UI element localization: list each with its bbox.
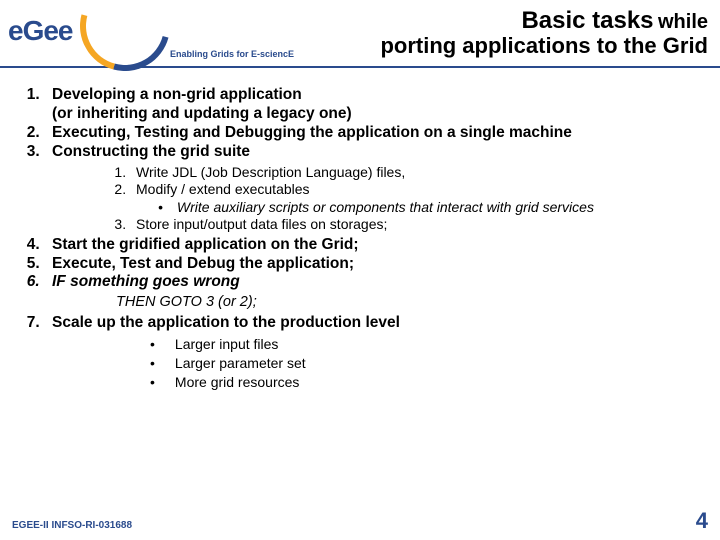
- item-7b: Larger parameter set: [150, 354, 714, 373]
- slide-title: Basic tasks while porting applications t…: [340, 7, 720, 59]
- item-1-note: (or inheriting and updating a legacy one…: [52, 105, 352, 122]
- item-2: Executing, Testing and Debugging the app…: [44, 124, 714, 143]
- slide-header: eGee Enabling Grids for E-sciencE Basic …: [0, 0, 720, 68]
- tagline-text: Enabling Grids for E-sciencE: [170, 49, 294, 59]
- tagline-area: Enabling Grids for E-sciencE: [170, 0, 340, 67]
- item-3-1: Write JDL (Job Description Language) fil…: [130, 164, 714, 182]
- title-sub: porting applications to the Grid: [340, 33, 708, 59]
- main-list: Developing a non-grid application (or in…: [44, 86, 714, 392]
- item-5: Execute, Test and Debug the application;: [44, 255, 714, 274]
- footer-id: EGEE-II INFSO-RI-031688: [12, 520, 132, 531]
- item-3-2-bullets: Write auxiliary scripts or components th…: [158, 199, 714, 217]
- egee-logo: eGee: [0, 0, 170, 67]
- title-while: while: [658, 11, 708, 33]
- item-6-text: IF something goes wrong: [52, 273, 240, 290]
- title-main: Basic tasks: [521, 7, 653, 34]
- item-3: Constructing the grid suite Write JDL (J…: [44, 143, 714, 234]
- slide-footer: EGEE-II INFSO-RI-031688 4: [0, 508, 720, 534]
- item-3-text: Constructing the grid suite: [52, 143, 250, 160]
- item-7: Scale up the application to the producti…: [44, 314, 714, 392]
- item-3-2a: Write auxiliary scripts or components th…: [158, 199, 714, 217]
- item-3-2: Modify / extend executables Write auxili…: [130, 181, 714, 216]
- item-7c: More grid resources: [150, 373, 714, 392]
- item-3-sublist: Write JDL (Job Description Language) fil…: [130, 164, 714, 234]
- item-6-then: THEN GOTO 3 (or 2);: [116, 294, 714, 312]
- item-7-text: Scale up the application to the producti…: [52, 314, 400, 331]
- logo-text: eGee: [8, 15, 73, 47]
- item-7a: Larger input files: [150, 335, 714, 354]
- item-6: IF something goes wrong THEN GOTO 3 (or …: [44, 273, 714, 312]
- item-1-text: Developing a non-grid application: [52, 86, 302, 103]
- logo-arc-blue-icon: [64, 0, 187, 87]
- item-1: Developing a non-grid application (or in…: [44, 86, 714, 124]
- item-4: Start the gridified application on the G…: [44, 236, 714, 255]
- item-7-bullets: Larger input files Larger parameter set …: [150, 335, 714, 392]
- item-3-3: Store input/output data files on storage…: [130, 216, 714, 234]
- page-number: 4: [696, 508, 708, 534]
- item-3-2-text: Modify / extend executables: [136, 181, 310, 197]
